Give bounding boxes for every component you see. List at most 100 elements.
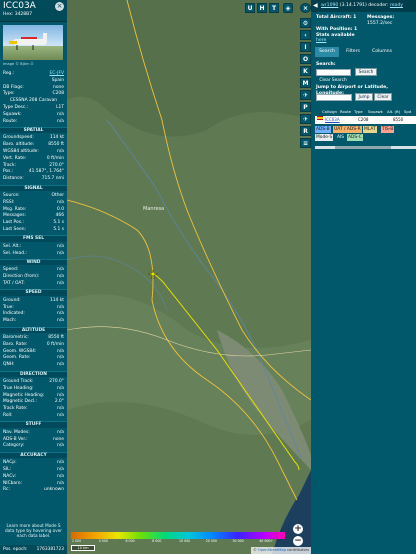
aircraft-photo[interactable]	[3, 25, 63, 60]
pos-epoch: Pos. epoch: 1763381723	[0, 545, 67, 554]
info-label: Msg. Rate:	[3, 206, 27, 212]
side-button-p[interactable]: P	[300, 102, 311, 112]
hex-line: Hex: 3428B7	[3, 12, 33, 17]
filter-icon[interactable]: ≡	[300, 138, 311, 148]
info-value: n/a	[57, 199, 64, 205]
tab-search[interactable]: Search	[315, 47, 339, 57]
info-label: Type:	[3, 91, 15, 97]
map-button-u[interactable]: U	[245, 3, 255, 13]
info-value: 5.1 s	[53, 227, 64, 232]
section-header-fms-sel: FMS SEL	[0, 235, 67, 242]
chevron-left-icon[interactable]: ‹	[300, 30, 311, 40]
map-button-h[interactable]: H	[257, 3, 267, 13]
info-value: CESSNA 208 Caravan	[9, 98, 58, 104]
info-label: Mach:	[3, 318, 17, 324]
scrollbar-thumb[interactable]	[335, 146, 391, 149]
info-value: n/a	[57, 304, 64, 310]
info-row: Track: 270.0°	[3, 163, 64, 169]
search-input[interactable]	[316, 69, 351, 76]
flag-icon	[317, 116, 323, 120]
stats-link[interactable]: here	[316, 38, 326, 43]
info-row: Geom. Rate: n/a	[3, 355, 64, 361]
info-value: 466	[55, 213, 64, 219]
info-label: Geom. WGS84:	[3, 348, 37, 354]
info-row: Rc: unknown	[3, 487, 64, 493]
gear-icon[interactable]: ⚙	[300, 18, 311, 28]
info-value: 114 kt	[49, 297, 64, 303]
info-value: unknown	[44, 487, 64, 493]
table-row[interactable]: ICC03A C208 8550	[315, 116, 416, 124]
info-row: Baro. altitude: 8550 ft	[3, 142, 64, 148]
info-value: n/a	[57, 392, 64, 398]
info-row: Track Rate: n/a	[3, 406, 64, 412]
section-header-signal: SIGNAL	[0, 184, 67, 191]
column-header[interactable]: Route	[340, 108, 351, 116]
side-button-o[interactable]: O	[300, 54, 311, 64]
clear-button[interactable]: Clear	[374, 93, 392, 101]
info-label: Track Rate:	[3, 406, 28, 412]
info-value: 8550 ft	[48, 335, 64, 340]
registration-link[interactable]: EC-JFV	[50, 71, 65, 77]
side-button-i[interactable]: I	[300, 42, 311, 52]
info-label: Barometric:	[3, 335, 29, 340]
column-header[interactable]: Spd	[404, 108, 411, 116]
column-header[interactable]: Callsign	[322, 108, 337, 116]
info-label: Baro. altitude:	[3, 142, 35, 148]
info-row: Squawk: n/a	[3, 112, 64, 118]
info-row: Indicated: n/a	[3, 311, 64, 317]
search-button[interactable]: Search	[355, 68, 377, 76]
info-label: Baro. Rate:	[3, 341, 28, 347]
pin-icon[interactable]: ✈	[300, 90, 311, 100]
info-value: n/a	[57, 460, 64, 466]
info-row: Sel. Head.: n/a	[3, 251, 64, 257]
image-credit: Image © Björn Ö	[3, 62, 34, 66]
info-row: Nav. Modes: n/a	[3, 430, 64, 436]
info-label: Last Seen:	[3, 227, 26, 232]
side-button-m[interactable]: M	[300, 78, 311, 88]
map-canvas[interactable]: Manresa	[67, 0, 311, 554]
info-value: n/a	[57, 243, 64, 249]
info-label: True Heading:	[3, 385, 34, 391]
info-label: Magnetic Heading:	[3, 392, 45, 398]
info-label: Rc:	[3, 487, 10, 493]
column-header[interactable]: Alt. (ft)	[387, 108, 400, 116]
pin-icon[interactable]: ✈	[300, 114, 311, 124]
jump-button[interactable]: Jump	[355, 93, 373, 101]
info-row: Magnetic Heading: n/a	[3, 393, 64, 399]
info-value: 715.7 nmi	[41, 176, 64, 182]
footer-note: Learn more about Mode S data type by hov…	[4, 523, 63, 539]
decoder-status[interactable]: ready	[390, 3, 403, 8]
info-label: Last Pos.:	[3, 220, 24, 226]
layers-icon[interactable]: ◈	[283, 3, 293, 13]
info-row: NICbaro: n/a	[3, 481, 64, 487]
clear-search-button[interactable]: Clear Search	[316, 76, 350, 84]
version-link[interactable]: wr1090	[321, 3, 338, 8]
tab-columns[interactable]: Columns	[367, 47, 397, 57]
info-row: Last Pos.: 5.1 s	[3, 220, 64, 226]
table-scrollbar[interactable]	[315, 146, 416, 149]
column-header[interactable]: Squawk	[368, 108, 383, 116]
cell-callsign[interactable]: ICC03A	[325, 116, 340, 124]
version-bar: ◀ wr1090 (3.14.1791) decoder: ready	[311, 0, 416, 12]
map-button-t[interactable]: T	[269, 3, 279, 13]
info-row: Sel. Alt.: n/a	[3, 244, 64, 250]
map-view[interactable]: Manresa U H T ◈ 2 000 4 000 6 000 8 000 10 0…	[67, 0, 311, 554]
info-row: Reg.: EC-JFV	[3, 71, 64, 77]
close-icon[interactable]: ×	[300, 3, 311, 13]
osm-link[interactable]: OpenStreetMap	[258, 548, 286, 552]
close-icon[interactable]: ×	[55, 2, 64, 11]
plane-photo-icon	[9, 33, 47, 50]
info-row: Baro. Rate: 0 ft/min	[3, 342, 64, 348]
tab-filters[interactable]: Filters	[341, 47, 365, 57]
info-row: Spain	[3, 78, 64, 84]
side-button-k[interactable]: K	[300, 66, 311, 76]
collapse-arrow-icon[interactable]: ◀	[313, 2, 318, 9]
info-value: 270.0°	[49, 379, 64, 384]
side-button-r[interactable]: R	[300, 126, 311, 136]
info-row: Type Desc.: L1T	[3, 105, 64, 111]
jump-input[interactable]	[316, 94, 352, 101]
info-value: n/a	[57, 480, 64, 486]
info-label: Source:	[3, 193, 20, 198]
info-value: 8550 ft	[48, 142, 64, 148]
column-header[interactable]: Type	[354, 108, 363, 116]
